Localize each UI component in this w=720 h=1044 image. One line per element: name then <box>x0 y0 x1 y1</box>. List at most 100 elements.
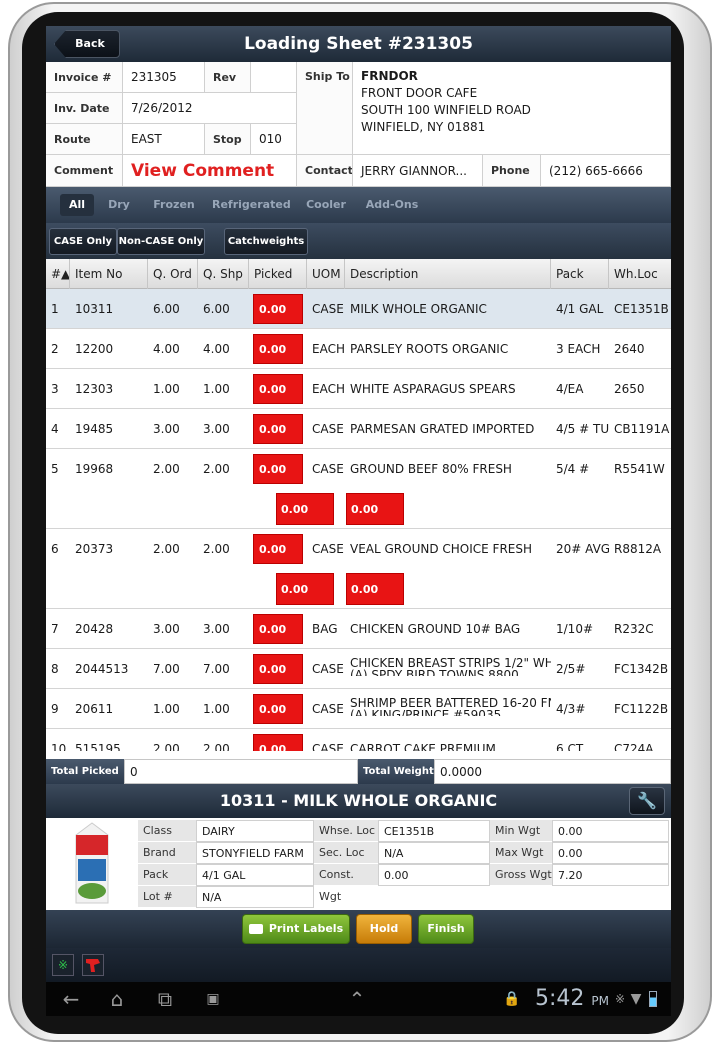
table-row[interactable]: 3 12303 1.00 1.00 EACH WHITE ASPARAGUS SPEARS… <box>46 369 671 409</box>
cell-pack: 4/1 GAL <box>556 302 604 316</box>
pack-label: Pack <box>138 864 196 886</box>
picked-qty-input[interactable]: 0.00 <box>253 414 303 444</box>
cell-number: 10 <box>51 742 67 751</box>
cell-pack: 1/10# <box>556 622 594 636</box>
cell-item-no: 12303 <box>75 382 114 396</box>
cell-wh-loc: C724A <box>614 742 654 751</box>
case-only-button[interactable]: CASE Only <box>49 228 117 255</box>
cell-item-no: 12200 <box>75 342 114 356</box>
cell-number: 1 <box>51 302 59 316</box>
non-case-only-button[interactable]: Non-CASE Only <box>117 228 205 255</box>
picked-qty-input[interactable]: 0.00 <box>253 374 303 404</box>
cell-qty-shipped: 4.00 <box>203 342 230 356</box>
cell-qty-ordered: 6.00 <box>153 302 180 316</box>
cell-uom: CASE <box>312 302 344 316</box>
invoice-header: Invoice # 231305 Rev Inv. Date 7/26/2012… <box>46 62 671 187</box>
brand-value: STONYFIELD FARM <box>196 842 314 864</box>
picked-qty-input[interactable]: 0.00 <box>253 334 303 364</box>
cell-qty-shipped: 3.00 <box>203 422 230 436</box>
invoice-value: 231305 <box>123 62 205 93</box>
filter-tab-bar: All Dry Frozen Refrigerated Cooler Add-O… <box>46 187 671 223</box>
picked-qty-input[interactable]: 0.00 <box>253 454 303 484</box>
catchweight-input[interactable]: 0.00 <box>276 493 334 525</box>
cell-description: MILK WHOLE ORGANIC <box>350 302 487 316</box>
tab-dry[interactable]: Dry <box>104 194 134 216</box>
col-wh-loc[interactable]: Wh.Loc <box>609 259 671 289</box>
cell-description-line2: (A) SPDY BIRD TOWNS 8800 <box>350 668 519 676</box>
contact-value: JERRY GIANNOR... <box>353 155 483 187</box>
table-row[interactable]: 8 2044513 7.00 7.00 CASE CHICKEN BREAST STRIP… <box>46 649 671 689</box>
col-qty-ordered[interactable]: Q. Ord <box>148 259 198 289</box>
lock-icon: 🔒 <box>503 991 521 1007</box>
lot-value: N/A <box>196 886 314 908</box>
table-row[interactable]: 6 20373 2.00 2.00 CASE VEAL GROUND CHOICE FRE… <box>46 529 671 609</box>
table-row[interactable]: 7 20428 3.00 3.00 BAG CHICKEN GROUND 10# BAG 1… <box>46 609 671 649</box>
picked-qty-input[interactable]: 0.00 <box>253 734 303 751</box>
recent-apps-icon[interactable]: ⧉ <box>150 986 180 1012</box>
col-picked[interactable]: Picked <box>249 259 307 289</box>
route-value: EAST <box>123 124 205 155</box>
inv-date-label: Inv. Date <box>46 93 123 124</box>
catchweight-input[interactable]: 0.00 <box>346 493 404 525</box>
picked-qty-input[interactable]: 0.00 <box>253 694 303 724</box>
table-row[interactable]: 4 19485 3.00 3.00 CASE PARMESAN GRATED IMPORT… <box>46 409 671 449</box>
view-comment-link[interactable]: View Comment <box>131 161 274 181</box>
class-value: DAIRY <box>196 820 314 842</box>
scanner-icon[interactable] <box>82 954 104 976</box>
finish-button[interactable]: Finish <box>418 914 474 944</box>
cell-number: 3 <box>51 382 59 396</box>
cell-uom: BAG <box>312 622 338 636</box>
table-row[interactable]: 5 19968 2.00 2.00 CASE GROUND BEEF 80% FRESH 5… <box>46 449 671 529</box>
cell-wh-loc: CE1351B <box>614 302 669 316</box>
cell-qty-shipped: 1.00 <box>203 382 230 396</box>
cell-wh-loc: FC1122B <box>614 702 669 716</box>
cell-pack: 4/3# <box>556 702 586 716</box>
sec-loc-label: Sec. Loc <box>314 842 378 864</box>
picked-qty-input[interactable]: 0.00 <box>253 294 303 324</box>
catchweights-button[interactable]: Catchweights <box>224 228 308 255</box>
bluetooth-icon[interactable]: ※ <box>52 954 74 976</box>
cell-pack: 6 CT <box>556 742 584 751</box>
col-qty-shipped[interactable]: Q. Shp <box>198 259 249 289</box>
tab-cooler[interactable]: Cooler <box>304 194 348 216</box>
back-arrow-icon[interactable]: ← <box>56 986 86 1012</box>
col-description[interactable]: Description <box>345 259 551 289</box>
catchweight-input[interactable]: 0.00 <box>346 573 404 605</box>
total-weight-value: 0.0000 <box>434 759 671 784</box>
chevron-up-icon[interactable]: ⌃ <box>342 986 372 1012</box>
col-uom[interactable]: UOM <box>307 259 345 289</box>
comment-label: Comment <box>46 155 123 187</box>
cell-qty-shipped: 6.00 <box>203 302 230 316</box>
cell-uom: CASE <box>312 662 344 676</box>
bluetooth-status-icon: ※ <box>614 992 626 1006</box>
table-row[interactable]: 2 12200 4.00 4.00 EACH PARSLEY ROOTS ORGANIC 3… <box>46 329 671 369</box>
table-row[interactable]: 10 515195 2.00 2.00 CASE CARROT CAKE PREMIUM 6… <box>46 729 671 751</box>
screenshot-icon[interactable]: ▣ <box>198 986 228 1012</box>
wrench-icon[interactable]: 🔧 <box>629 787 665 815</box>
totals-bar: Total Picked 0 Total Weight 0.0000 <box>46 759 671 784</box>
tab-refrigerated[interactable]: Refrigerated <box>212 194 291 216</box>
table-row[interactable]: 9 20611 1.00 1.00 CASE SHRIMP BEER BATTERED 1… <box>46 689 671 729</box>
picked-qty-input[interactable]: 0.00 <box>253 534 303 564</box>
cell-wh-loc: 2650 <box>614 382 645 396</box>
back-button[interactable]: Back <box>54 30 120 58</box>
cell-qty-shipped: 2.00 <box>203 542 230 556</box>
picked-qty-input[interactable]: 0.00 <box>253 614 303 644</box>
tab-frozen[interactable]: Frozen <box>150 194 198 216</box>
col-number[interactable]: #▲ <box>46 259 70 289</box>
col-item-no[interactable]: Item No <box>70 259 148 289</box>
print-labels-button[interactable]: Print Labels <box>242 914 350 944</box>
sec-loc-value: N/A <box>378 842 490 864</box>
tab-all[interactable]: All <box>60 194 94 216</box>
picked-qty-input[interactable]: 0.00 <box>253 654 303 684</box>
col-pack[interactable]: Pack <box>551 259 609 289</box>
tab-add-ons[interactable]: Add-Ons <box>364 194 420 216</box>
home-icon[interactable]: ⌂ <box>102 986 132 1012</box>
hold-button[interactable]: Hold <box>356 914 412 944</box>
catchweight-input[interactable]: 0.00 <box>276 573 334 605</box>
cell-item-no: 515195 <box>75 742 121 751</box>
lot-label: Lot # <box>138 886 196 908</box>
table-row[interactable]: 1 10311 6.00 6.00 CASE MILK WHOLE ORGANIC 4/1 … <box>46 289 671 329</box>
brand-label: Brand <box>138 842 196 864</box>
table-header: #▲ Item No Q. Ord Q. Shp Picked UOM Desc… <box>46 259 671 289</box>
